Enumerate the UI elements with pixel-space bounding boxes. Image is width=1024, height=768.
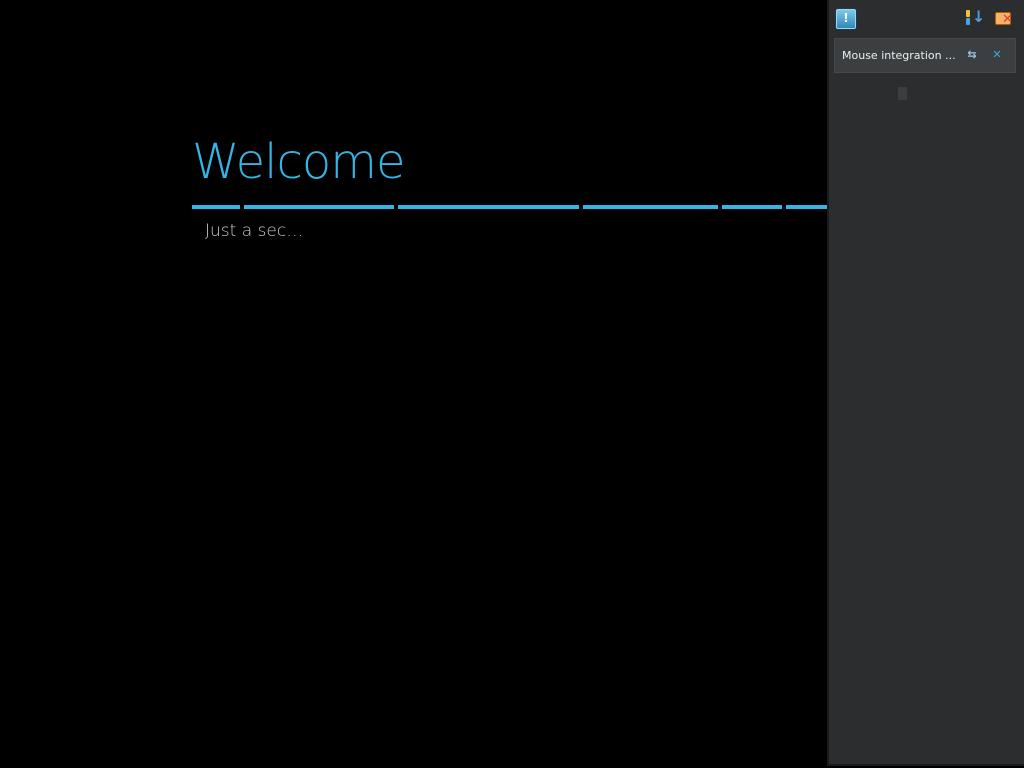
progress-segment	[244, 205, 394, 209]
sort-order-icon[interactable]: ↓	[964, 7, 986, 29]
status-text: Just a sec…	[205, 221, 304, 241]
progress-indicator	[192, 205, 828, 209]
progress-segment	[398, 205, 579, 209]
clear-all-icon[interactable]: ✕	[994, 9, 1014, 29]
notification-toolbar: ! ↓ ✕	[829, 0, 1024, 36]
vm-screen: Welcome Just a sec… ! ↓ ✕ Mouse integrat…	[0, 0, 1024, 768]
sort-bar	[966, 18, 970, 25]
progress-segment	[786, 205, 828, 209]
notification-item[interactable]: Mouse integration ... ⇆ ✕	[834, 38, 1016, 73]
notification-text: Mouse integration ...	[842, 49, 956, 62]
progress-segment	[192, 205, 240, 209]
notification-panel: ! ↓ ✕ Mouse integration ... ⇆ ✕	[827, 0, 1024, 766]
welcome-title: Welcome	[192, 134, 406, 190]
notification-icon[interactable]: !	[836, 9, 856, 29]
close-icon[interactable]: ✕	[990, 48, 1004, 62]
progress-segment	[583, 205, 718, 209]
down-arrow-glyph: ↓	[972, 7, 986, 26]
sort-bar	[966, 10, 970, 17]
cross-glyph: ✕	[1002, 12, 1013, 27]
pin-icon[interactable]: ⇆	[965, 48, 979, 62]
exclamation-glyph: !	[843, 11, 849, 25]
progress-segment	[722, 205, 782, 209]
panel-resize-handle[interactable]	[898, 87, 907, 100]
